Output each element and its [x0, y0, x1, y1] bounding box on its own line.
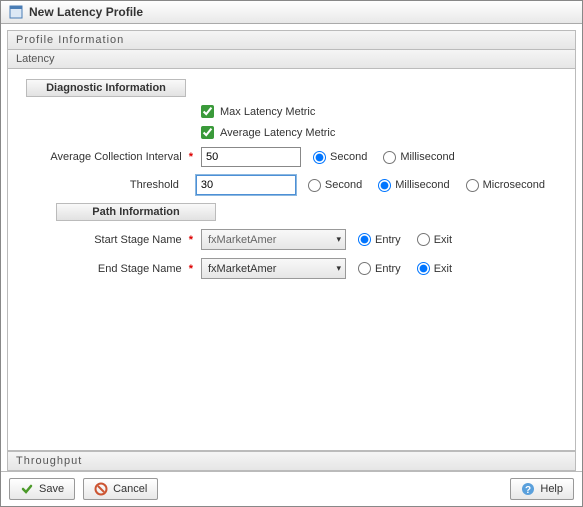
threshold-second-radio[interactable] — [308, 179, 321, 192]
end-stage-label: End Stage Name — [98, 263, 182, 275]
group-diagnostic-info: Diagnostic Information — [26, 79, 186, 97]
save-button-label: Save — [39, 483, 64, 495]
help-button-label: Help — [540, 483, 563, 495]
max-latency-checkbox[interactable] — [201, 105, 214, 118]
threshold-input[interactable] — [196, 175, 296, 195]
avg-interval-input[interactable] — [201, 147, 301, 167]
interval-second-label: Second — [330, 151, 367, 163]
end-exit-radio[interactable] — [417, 262, 430, 275]
required-marker: * — [189, 151, 193, 163]
start-entry-label: Entry — [375, 234, 401, 246]
avg-latency-checkbox[interactable] — [201, 126, 214, 139]
end-entry-label: Entry — [375, 263, 401, 275]
end-stage-select[interactable]: fxMarketAmer ▾ — [201, 258, 346, 279]
threshold-label: Threshold — [130, 179, 179, 191]
cancel-button[interactable]: Cancel — [83, 478, 158, 500]
threshold-millisecond-radio[interactable] — [378, 179, 391, 192]
cancel-button-label: Cancel — [113, 483, 147, 495]
latency-panel: Diagnostic Information Max Latency Metri… — [7, 69, 576, 451]
footer-bar: Save Cancel ? Help — [1, 471, 582, 506]
start-stage-select[interactable]: fxMarketAmer ▾ — [201, 229, 346, 250]
window-title: New Latency Profile — [29, 5, 143, 19]
avg-latency-label: Average Latency Metric — [220, 127, 335, 139]
svg-text:?: ? — [525, 485, 531, 496]
max-latency-label: Max Latency Metric — [220, 106, 315, 118]
interval-millisecond-radio[interactable] — [383, 151, 396, 164]
help-icon: ? — [521, 482, 535, 496]
chevron-down-icon: ▾ — [336, 263, 341, 274]
threshold-millisecond-label: Millisecond — [395, 179, 449, 191]
titlebar: New Latency Profile — [1, 1, 582, 24]
section-latency[interactable]: Latency — [7, 50, 576, 69]
content-area: Profile Information Latency Diagnostic I… — [1, 24, 582, 471]
check-icon — [20, 482, 34, 496]
interval-second-radio[interactable] — [313, 151, 326, 164]
chevron-down-icon: ▾ — [336, 234, 341, 245]
required-marker: * — [189, 234, 193, 246]
end-exit-label: Exit — [434, 263, 452, 275]
start-entry-radio[interactable] — [358, 233, 371, 246]
save-button[interactable]: Save — [9, 478, 75, 500]
help-button[interactable]: ? Help — [510, 478, 574, 500]
threshold-microsecond-radio[interactable] — [466, 179, 479, 192]
start-stage-label: Start Stage Name — [94, 234, 181, 246]
end-entry-radio[interactable] — [358, 262, 371, 275]
threshold-second-label: Second — [325, 179, 362, 191]
start-stage-value: fxMarketAmer — [208, 234, 276, 246]
start-exit-label: Exit — [434, 234, 452, 246]
start-exit-radio[interactable] — [417, 233, 430, 246]
interval-millisecond-label: Millisecond — [400, 151, 454, 163]
section-throughput[interactable]: Throughput — [7, 451, 576, 471]
window-icon — [9, 5, 23, 19]
dialog-window: New Latency Profile Profile Information … — [0, 0, 583, 507]
cancel-icon — [94, 482, 108, 496]
threshold-microsecond-label: Microsecond — [483, 179, 545, 191]
end-stage-value: fxMarketAmer — [208, 263, 276, 275]
section-profile-information[interactable]: Profile Information — [7, 30, 576, 50]
required-marker: * — [189, 263, 193, 275]
group-path-info: Path Information — [56, 203, 216, 221]
avg-interval-label: Average Collection Interval — [50, 151, 181, 163]
